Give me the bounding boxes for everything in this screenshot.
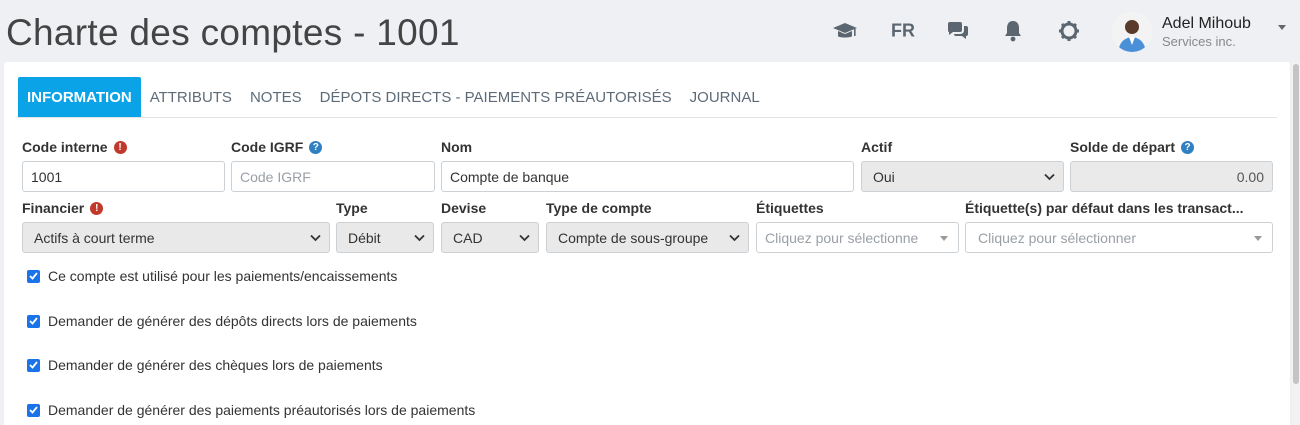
etiquettes-defaut-label: Étiquette(s) par défaut dans les transac… — [965, 200, 1244, 216]
actif-select[interactable]: Oui — [861, 161, 1064, 192]
bell-icon[interactable] — [1003, 20, 1023, 42]
tab-bar: INFORMATION ATTRIBUTS NOTES DÉPOTS DIREC… — [18, 77, 769, 117]
checkbox-checked[interactable] — [27, 403, 40, 417]
checkbox-label: Demander de générer des paiements préaut… — [48, 402, 476, 418]
help-icon[interactable]: ? — [1181, 140, 1195, 154]
tab-attributs[interactable]: ATTRIBUTS — [141, 77, 241, 117]
checkbox-row-cheques[interactable]: Demander de générer des chèques lors de … — [27, 357, 383, 373]
tab-journal[interactable]: JOURNAL — [681, 77, 769, 117]
devise-field: Devise CAD — [441, 199, 539, 253]
caret-down-icon — [940, 235, 948, 241]
devise-select[interactable]: CAD — [441, 222, 539, 253]
financier-value: Actifs à court terme — [34, 229, 155, 246]
financier-select[interactable]: Actifs à court terme — [22, 222, 330, 253]
chevron-down-icon — [1044, 173, 1055, 180]
etiquettes-defaut-multiselect[interactable]: Cliquez pour sélectionner — [965, 222, 1273, 253]
type-compte-select[interactable]: Compte de sous-groupe — [546, 222, 749, 253]
etiquettes-placeholder: Cliquez pour sélectionne — [765, 229, 919, 246]
code-igrf-label: Code IGRF — [231, 139, 304, 155]
checkbox-checked[interactable] — [27, 269, 40, 283]
etiquettes-defaut-field: Étiquette(s) par défaut dans les transac… — [965, 199, 1273, 253]
etiquettes-label: Étiquettes — [756, 200, 824, 216]
type-compte-field: Type de compte Compte de sous-groupe — [546, 199, 749, 253]
tabs-divider — [18, 117, 1277, 118]
warning-icon: ! — [90, 201, 104, 215]
chevron-down-icon — [519, 234, 530, 241]
checkbox-row-depots-directs[interactable]: Demander de générer des dépôts directs l… — [27, 313, 417, 329]
checkbox-checked[interactable] — [27, 358, 40, 372]
graduation-cap-icon[interactable] — [832, 21, 858, 41]
chevron-down-icon — [310, 234, 321, 241]
checkbox-label: Ce compte est utilisé pour les paiements… — [48, 268, 398, 284]
financier-label: Financier — [22, 200, 85, 216]
code-igrf-field: Code IGRF? Code IGRF — [231, 138, 435, 192]
chevron-down-icon[interactable] — [1278, 25, 1286, 30]
type-select[interactable]: Débit — [336, 222, 434, 253]
code-igrf-input[interactable]: Code IGRF — [231, 161, 435, 192]
type-field: Type Débit — [336, 199, 434, 253]
type-label: Type — [336, 200, 368, 216]
warning-icon: ! — [113, 140, 127, 154]
financier-field: Financier! Actifs à court terme — [22, 199, 330, 253]
user-menu[interactable]: Adel Mihoub Services inc. — [1112, 12, 1251, 52]
avatar — [1112, 12, 1152, 52]
caret-down-icon — [1254, 235, 1262, 241]
solde-depart-input: 0.00 — [1070, 161, 1273, 192]
checkbox-row-paiements-preautorises[interactable]: Demander de générer des paiements préaut… — [27, 402, 475, 418]
checkbox-label: Demander de générer des dépôts directs l… — [48, 313, 417, 329]
actif-field: Actif Oui — [861, 138, 1064, 192]
solde-depart-label: Solde de départ — [1070, 139, 1176, 155]
tab-depots-directs[interactable]: DÉPOTS DIRECTS - PAIEMENTS PRÉAUTORISÉS — [311, 77, 681, 117]
tab-information[interactable]: INFORMATION — [18, 77, 141, 117]
actif-label: Actif — [861, 139, 893, 155]
chevron-down-icon — [414, 234, 425, 241]
checkbox-checked[interactable] — [27, 314, 40, 328]
code-interne-label: Code interne — [22, 139, 108, 155]
code-interne-input[interactable]: 1001 — [22, 161, 225, 192]
checkbox-label: Demander de générer des chèques lors de … — [48, 357, 383, 373]
nom-label: Nom — [441, 139, 473, 155]
nom-field: Nom Compte de banque — [441, 138, 854, 192]
tab-notes[interactable]: NOTES — [241, 77, 311, 117]
etiquettes-field: Étiquettes Cliquez pour sélectionne — [756, 199, 959, 253]
actif-value: Oui — [873, 168, 895, 185]
user-name: Adel Mihoub — [1162, 15, 1251, 32]
solde-depart-field: Solde de départ? 0.00 — [1070, 138, 1273, 192]
user-company: Services inc. — [1162, 34, 1236, 49]
chat-icon[interactable] — [946, 21, 970, 41]
page-title: Charte des comptes - 1001 — [6, 12, 460, 53]
chevron-down-icon — [729, 234, 740, 241]
gear-icon[interactable] — [1058, 20, 1080, 42]
type-compte-value: Compte de sous-groupe — [558, 229, 709, 246]
help-icon[interactable]: ? — [309, 140, 323, 154]
devise-label: Devise — [441, 200, 487, 216]
scrollbar[interactable] — [1292, 62, 1300, 425]
code-interne-field: Code interne! 1001 — [22, 138, 225, 192]
type-value: Débit — [348, 229, 381, 246]
etiquettes-multiselect[interactable]: Cliquez pour sélectionne — [756, 222, 959, 253]
devise-value: CAD — [453, 229, 483, 246]
checkbox-row-paiements-encaissements[interactable]: Ce compte est utilisé pour les paiements… — [27, 268, 397, 284]
etiquettes-defaut-placeholder: Cliquez pour sélectionner — [978, 229, 1136, 246]
scrollbar-thumb[interactable] — [1293, 64, 1299, 384]
language-selector[interactable]: FR — [891, 21, 915, 42]
type-compte-label: Type de compte — [546, 200, 652, 216]
nom-input[interactable]: Compte de banque — [441, 161, 854, 192]
